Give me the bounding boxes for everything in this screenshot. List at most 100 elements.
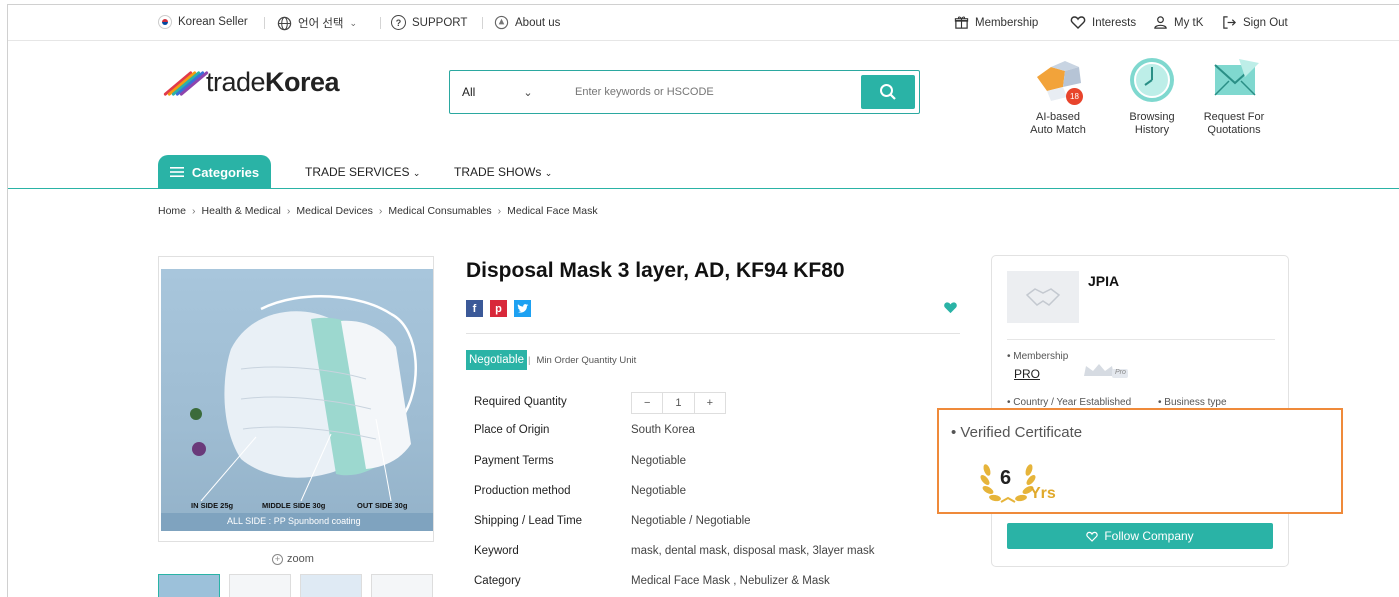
support-link[interactable]: ? SUPPORT <box>391 15 467 30</box>
korea-flag-icon <box>158 15 172 29</box>
quick-link-line2: Auto Match <box>1030 124 1086 136</box>
breadcrumb-item[interactable]: Health & Medical <box>202 205 281 217</box>
verified-certificate-title: • Verified Certificate <box>951 424 1083 441</box>
breadcrumb: Home › Health & Medical › Medical Devices ›… <box>158 205 598 217</box>
twitter-share-icon[interactable] <box>514 300 531 317</box>
thumbnail[interactable] <box>229 574 291 597</box>
spec-value: mask, dental mask, disposal mask, 3layer… <box>631 545 875 557</box>
thumbnail[interactable] <box>371 574 433 597</box>
mytk-link[interactable]: My tK <box>1153 15 1203 30</box>
pinterest-share-icon[interactable]: p <box>490 300 507 317</box>
quick-link-line2: History <box>1134 124 1170 136</box>
question-icon: ? <box>391 15 406 30</box>
spec-label: Payment Terms <box>474 455 554 467</box>
ai-auto-match-link[interactable]: 18 AI-based Auto Match <box>1018 55 1098 137</box>
zoom-button[interactable]: + zoom <box>272 553 314 565</box>
top-utility-bar: Korean Seller 언어 선택 ⌄ ? SUPPORT About us… <box>8 5 1399 41</box>
envelope-icon <box>1209 55 1259 105</box>
thumbnail[interactable] <box>300 574 362 597</box>
pro-crown-icon: Pro <box>1082 362 1130 385</box>
company-logo[interactable] <box>1007 271 1079 323</box>
membership-link[interactable]: Membership <box>954 15 1038 30</box>
increment-button[interactable]: + <box>693 393 725 413</box>
hamburger-icon <box>169 167 184 177</box>
thumbnail[interactable] <box>158 574 220 597</box>
browser-page: Korean Seller 언어 선택 ⌄ ? SUPPORT About us… <box>7 4 1399 597</box>
search-bar: All ⌄ <box>449 70 920 114</box>
face-mask-illustration <box>161 295 433 531</box>
nav-trade-services[interactable]: TRADE SERVICES ⌄ <box>305 165 420 179</box>
browsing-history-link[interactable]: Browsing History <box>1112 55 1192 137</box>
divider <box>380 17 381 29</box>
support-label: SUPPORT <box>412 16 468 29</box>
heart-outline-icon <box>1070 16 1086 29</box>
nav-label: TRADE SHOWs <box>454 165 542 179</box>
quick-link-line1: Browsing <box>1129 111 1175 123</box>
chevron-right-icon: › <box>286 205 291 217</box>
spec-label: Place of Origin <box>474 424 550 436</box>
categories-label: Categories <box>191 164 260 180</box>
product-photo[interactable]: IN SIDE 25g MIDDLE SIDE 30g OUT SIDE 30g… <box>161 269 433 531</box>
image-label-all-side: ALL SIDE : PP Spunbond coating <box>227 516 361 526</box>
interests-label: Interests <box>1092 16 1137 29</box>
facebook-share-icon[interactable]: f <box>466 300 483 317</box>
business-type-label: • Business type <box>1158 397 1227 408</box>
image-label-inside: IN SIDE 25g <box>191 501 234 510</box>
search-category-select[interactable]: All ⌄ <box>462 85 533 99</box>
spec-label: Required Quantity <box>474 396 567 408</box>
verified-years-value: 6 <box>1000 467 1012 489</box>
price-negotiable-badge: Negotiable <box>466 350 527 370</box>
breadcrumb-item[interactable]: Medical Face Mask <box>507 205 597 217</box>
spec-value: Negotiable <box>631 455 686 467</box>
interests-link[interactable]: Interests <box>1070 15 1136 30</box>
korean-seller-label: Korean Seller <box>178 16 248 28</box>
language-label: 언어 선택 <box>298 18 344 30</box>
zoom-icon: + <box>272 553 283 565</box>
search-icon <box>880 84 896 100</box>
main-nav: Categories TRADE SERVICES ⌄ TRADE SHOWs … <box>8 155 1399 189</box>
breadcrumb-item[interactable]: Home <box>158 205 186 217</box>
spec-label: Category <box>474 575 521 587</box>
image-label-outside: OUT SIDE 30g <box>357 501 408 510</box>
spec-label: Shipping / Lead Time <box>474 515 583 527</box>
request-quotations-link[interactable]: Request For Quotations <box>1194 55 1274 137</box>
about-link[interactable]: About us <box>494 15 560 30</box>
logo-text: tradeKorea <box>206 67 340 97</box>
spec-value: Medical Face Mask , Nebulizer & Mask <box>631 575 830 587</box>
country-year-label: • Country / Year Established <box>1007 397 1132 408</box>
pro-crown-text: Pro <box>1115 369 1126 376</box>
spec-value: Negotiable <box>631 485 686 497</box>
nav-trade-shows[interactable]: TRADE SHOWs ⌄ <box>454 165 552 179</box>
min-order-quantity-label: Min Order Quantity Unit <box>528 355 636 366</box>
membership-value[interactable]: PRO <box>1014 367 1040 381</box>
tradekorea-emblem-icon <box>494 15 509 30</box>
mytk-label: My tK <box>1174 16 1204 29</box>
follow-company-button[interactable]: Follow Company <box>1007 523 1273 549</box>
company-name[interactable]: JPIA <box>1088 273 1119 289</box>
tradekorea-logo[interactable]: tradeKorea <box>158 67 340 98</box>
divider <box>264 17 265 29</box>
quick-link-line1: AI-based <box>1035 111 1081 123</box>
chevron-right-icon: › <box>192 205 196 217</box>
search-button[interactable] <box>861 75 915 109</box>
language-selector[interactable]: 언어 선택 ⌄ <box>277 15 357 31</box>
about-label: About us <box>515 16 561 29</box>
heart-outline-icon <box>1086 531 1098 542</box>
signout-link[interactable]: Sign Out <box>1222 15 1288 30</box>
chevron-right-icon: › <box>378 205 383 217</box>
spec-value: Negotiable / Negotiable <box>631 515 751 527</box>
breadcrumb-item[interactable]: Medical Devices <box>296 205 372 217</box>
add-to-interests-heart-icon[interactable] <box>943 301 958 319</box>
korean-seller-link[interactable]: Korean Seller <box>158 15 248 29</box>
decrement-button[interactable]: − <box>632 393 662 413</box>
membership-label: • Membership <box>1007 351 1069 362</box>
chevron-right-icon: › <box>497 205 502 217</box>
categories-tab[interactable]: Categories <box>158 155 271 189</box>
quantity-value[interactable]: 1 <box>662 393 693 413</box>
search-category-value: All <box>462 85 476 99</box>
search-input[interactable] <box>575 77 855 107</box>
auto-match-icon: 18 <box>1033 55 1083 105</box>
breadcrumb-item[interactable]: Medical Consumables <box>388 205 491 217</box>
spec-label: Keyword <box>474 545 519 557</box>
chevron-down-icon: ⌄ <box>349 17 358 28</box>
